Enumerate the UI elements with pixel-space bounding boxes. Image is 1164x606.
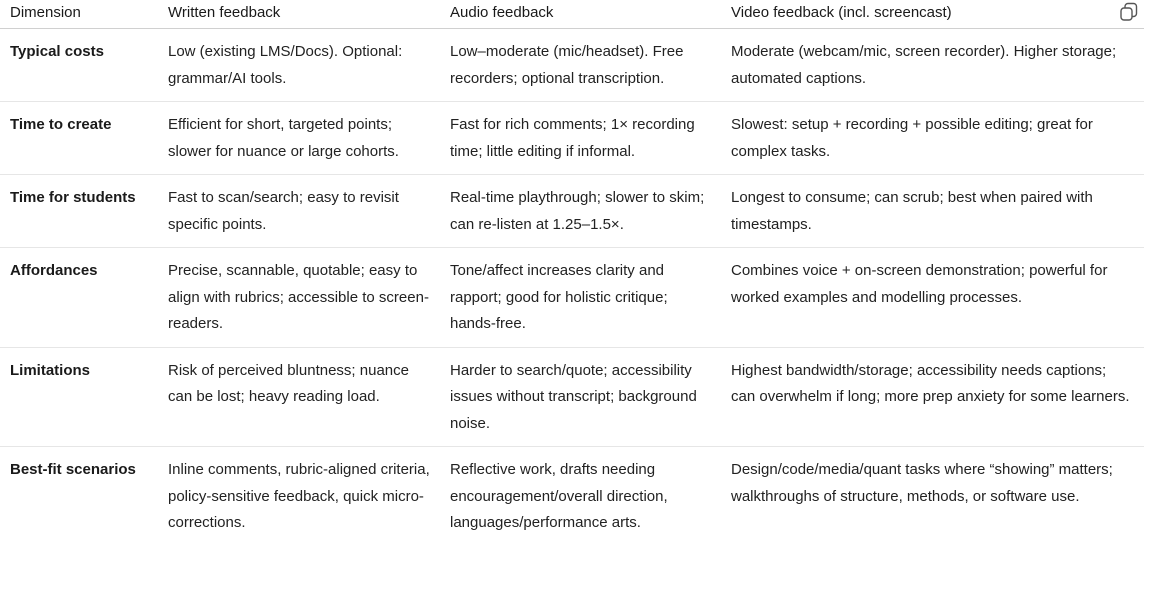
comparison-table-container: Dimension Written feedback Audio feedbac… xyxy=(0,0,1144,546)
table-cell: Fast to scan/search; easy to revisit spe… xyxy=(158,174,440,248)
table-row: Typical costs Low (existing LMS/Docs). O… xyxy=(0,28,1144,102)
table-row: Affordances Precise, scannable, quotable… xyxy=(0,247,1144,348)
table-cell: Combines voice + on-screen demonstration… xyxy=(721,247,1144,348)
table-cell: Low (existing LMS/Docs). Optional: gramm… xyxy=(158,28,440,102)
table-cell: Moderate (webcam/mic, screen recorder). … xyxy=(721,28,1144,102)
row-label: Affordances xyxy=(0,247,158,348)
table-cell: Precise, scannable, quotable; easy to al… xyxy=(158,247,440,348)
table-cell: Tone/affect increases clarity and rappor… xyxy=(440,247,721,348)
column-header-dimension: Dimension xyxy=(0,0,158,29)
feedback-comparison-table: Dimension Written feedback Audio feedbac… xyxy=(0,0,1144,546)
column-header-audio: Audio feedback xyxy=(440,0,721,29)
table-cell: Longest to consume; can scrub; best when… xyxy=(721,174,1144,248)
row-label: Typical costs xyxy=(0,28,158,102)
row-label: Time for students xyxy=(0,174,158,248)
table-row: Limitations Risk of perceived bluntness;… xyxy=(0,347,1144,447)
row-label: Time to create xyxy=(0,101,158,175)
copy-icon xyxy=(1120,2,1138,21)
table-cell: Risk of perceived bluntness; nuance can … xyxy=(158,347,440,447)
table-cell: Efficient for short, targeted points; sl… xyxy=(158,101,440,175)
table-cell: Highest bandwidth/storage; accessibility… xyxy=(721,347,1144,447)
column-header-written: Written feedback xyxy=(158,0,440,29)
table-cell: Fast for rich comments; 1× recording tim… xyxy=(440,101,721,175)
row-label: Limitations xyxy=(0,347,158,447)
table-row: Best-fit scenarios Inline comments, rubr… xyxy=(0,447,1144,546)
table-row: Time to create Efficient for short, targ… xyxy=(0,101,1144,175)
table-cell: Reflective work, drafts needing encourag… xyxy=(450,461,668,531)
table-cell: Slowest: setup + recording + possible ed… xyxy=(721,101,1144,175)
table-row: Time for students Fast to scan/search; e… xyxy=(0,174,1144,248)
table-cell: Real-time playthrough; slower to skim; c… xyxy=(440,174,721,248)
table-header-row: Dimension Written feedback Audio feedbac… xyxy=(0,0,1144,29)
copy-table-button[interactable] xyxy=(1118,1,1140,23)
table-cell: Inline comments, rubric-aligned criteria… xyxy=(168,461,430,531)
row-label: Best-fit scenarios xyxy=(10,461,136,478)
table-cell: Design/code/media/quant tasks where “sho… xyxy=(731,461,1113,505)
table-cell: Low–moderate (mic/headset). Free recorde… xyxy=(440,28,721,102)
table-cell: Harder to search/quote; accessibility is… xyxy=(440,347,721,447)
column-header-video: Video feedback (incl. screencast) xyxy=(721,0,1144,29)
